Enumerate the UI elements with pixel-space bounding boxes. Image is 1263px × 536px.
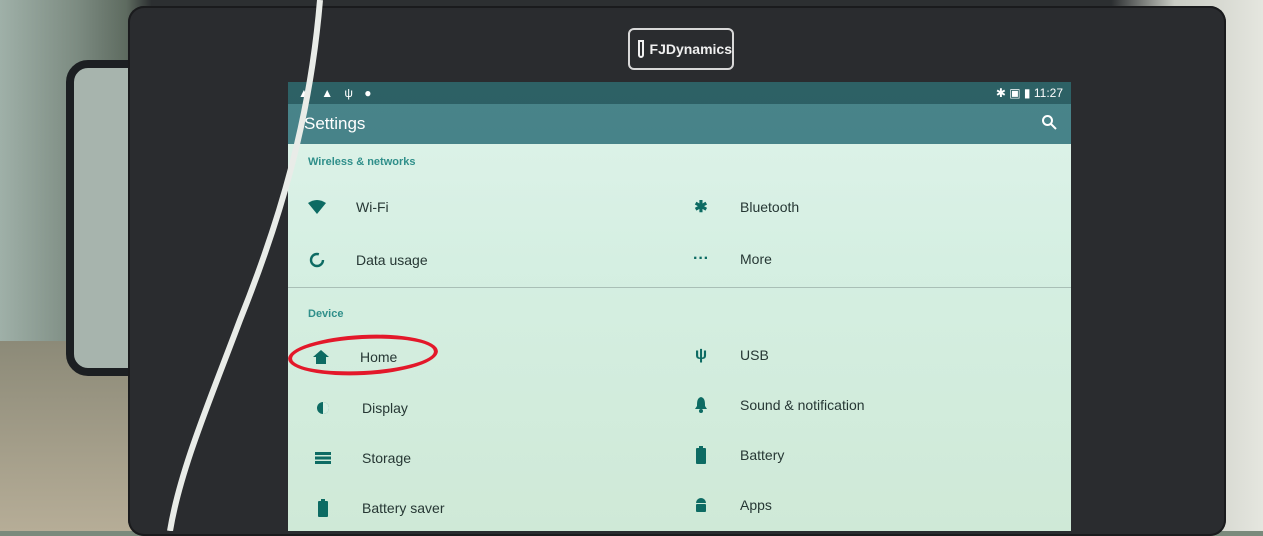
app-bar: Settings [288,104,1071,144]
settings-item-data-usage[interactable]: Data usage [308,245,428,275]
battery-icon [692,446,710,464]
settings-item-storage[interactable]: Storage [314,443,411,473]
search-icon[interactable] [1041,114,1057,130]
settings-item-label: USB [740,347,769,363]
bluetooth-icon: ✱ [694,199,708,216]
settings-item-label: Battery saver [362,500,445,516]
battery-saver-icon [314,499,332,517]
settings-item-label: Apps [740,497,772,513]
wifi-icon [308,198,326,216]
settings-item-label: Battery [740,447,785,463]
section-header-wireless: Wireless & networks [308,156,416,168]
settings-item-usb[interactable]: ψ USB [692,340,769,370]
settings-item-apps[interactable]: Apps [692,490,772,520]
usb-icon: ψ [694,346,708,363]
settings-item-label: Wi-Fi [356,199,389,215]
brand-logo-text: FJDynamics [649,41,732,57]
settings-screen: ▲ ▲ ψ ● ✱ ▣ ▮ 11:27 Settings Wireless & … [288,82,1071,531]
settings-item-label: Storage [362,450,412,466]
status-time: 11:27 [1033,86,1063,100]
settings-item-label: Sound & notification [740,397,865,413]
status-right-icons: ✱ ▣ ▮ [995,86,1031,100]
red-circle-annotation [288,331,439,379]
display-icon [314,399,332,417]
brand-logo: FJDynamics [628,28,734,70]
bell-icon [692,396,710,414]
settings-item-wifi[interactable]: Wi-Fi [308,192,389,222]
status-right: ✱ ▣ ▮ 11:27 [996,86,1063,100]
more-icon: ··· [693,250,709,267]
settings-item-label: More [740,251,772,267]
settings-item-display[interactable]: Display [314,393,408,423]
settings-item-more[interactable]: ··· More [692,244,772,274]
section-header-device: Device [308,308,344,320]
settings-item-label: Data usage [356,252,428,268]
settings-item-label: Bluetooth [740,199,800,215]
settings-item-battery[interactable]: Battery [692,440,784,470]
settings-item-battery-saver[interactable]: Battery saver [314,493,444,523]
page-title: Settings [304,114,366,133]
status-left-icons: ▲ ▲ ψ ● [298,86,376,100]
storage-icon [314,449,332,467]
shield-icon [638,40,644,58]
settings-item-label: Display [362,400,408,416]
settings-item-sound[interactable]: Sound & notification [692,390,865,420]
data-usage-icon [308,251,326,269]
status-bar: ▲ ▲ ψ ● ✱ ▣ ▮ 11:27 [288,82,1071,104]
settings-item-bluetooth[interactable]: ✱ Bluetooth [692,192,799,222]
android-icon [692,496,710,514]
section-divider [288,287,1071,288]
